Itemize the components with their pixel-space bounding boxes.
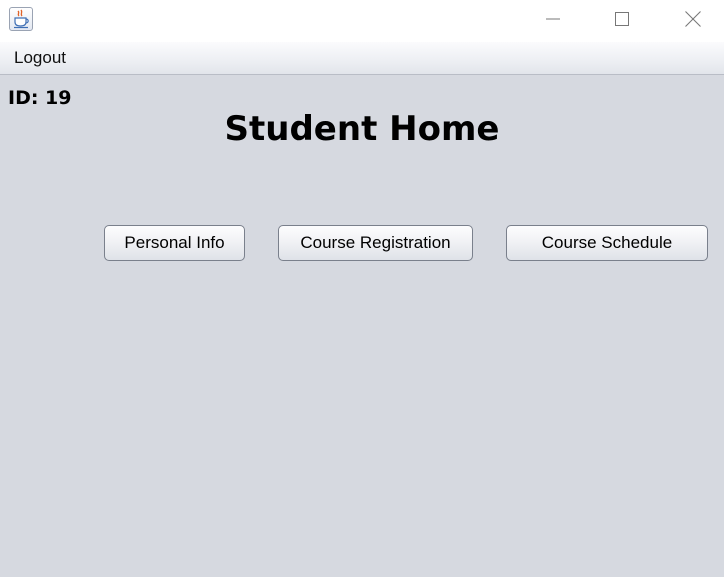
course-schedule-button[interactable]: Course Schedule — [506, 225, 708, 261]
student-id-label: ID: 19 — [8, 87, 72, 109]
student-home-panel: ID: 19 Student Home Personal Info Course… — [0, 75, 724, 577]
maximize-button[interactable] — [599, 0, 645, 38]
close-icon — [685, 11, 701, 27]
menu-bar: Logout — [0, 42, 724, 75]
application-window: Logout ID: 19 Student Home Personal Info… — [0, 0, 724, 577]
close-button[interactable] — [670, 0, 716, 38]
menu-item-logout[interactable]: Logout — [6, 47, 74, 69]
maximize-icon — [615, 12, 629, 26]
java-cup-icon[interactable] — [9, 7, 33, 31]
minimize-icon — [546, 12, 560, 26]
personal-info-button[interactable]: Personal Info — [104, 225, 245, 261]
minimize-button[interactable] — [530, 0, 576, 38]
title-bar[interactable] — [0, 0, 724, 42]
course-registration-button[interactable]: Course Registration — [278, 225, 473, 261]
page-title: Student Home — [224, 109, 500, 149]
